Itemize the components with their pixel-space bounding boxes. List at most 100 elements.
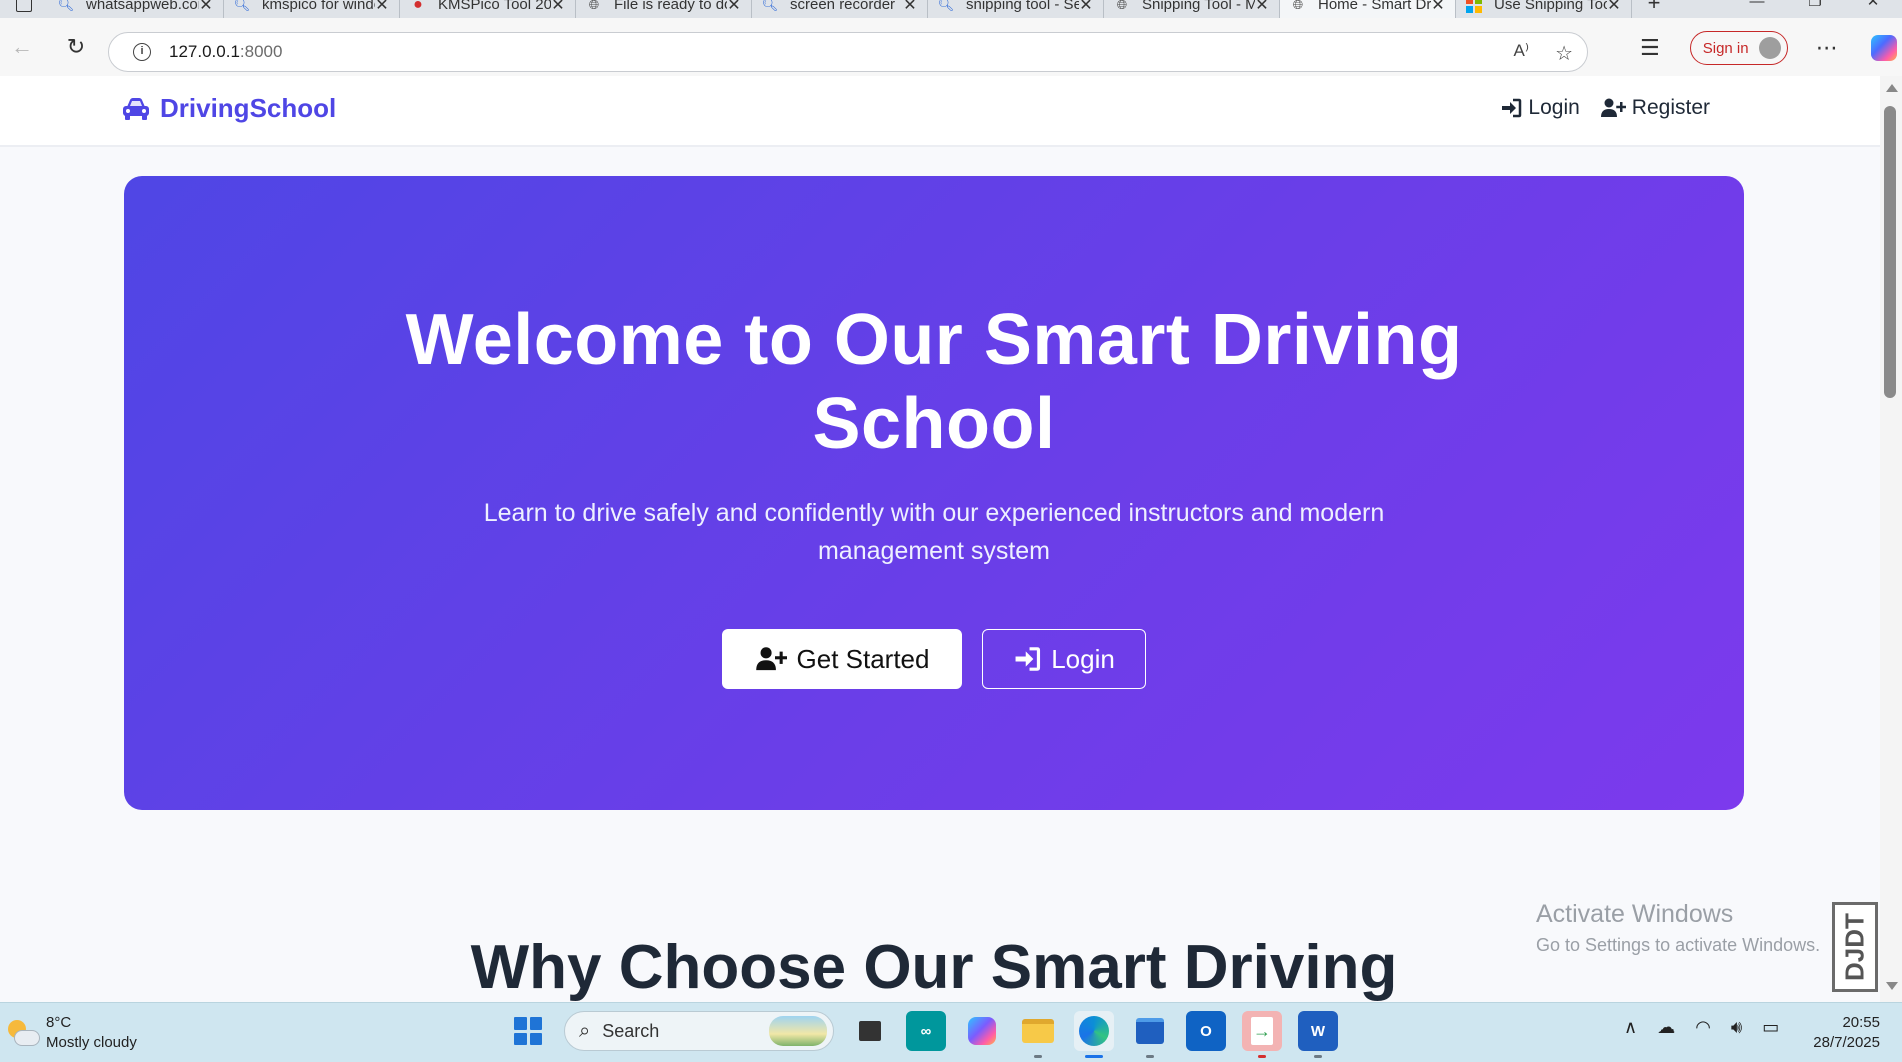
browser-tab[interactable]: 🔍︎ snipping tool - Search ✕ [928,0,1104,18]
back-arrow-icon[interactable]: ← [4,29,40,65]
close-icon[interactable]: ✕ [551,0,565,15]
search-icon: 🔍︎ [57,0,75,12]
wifi-icon[interactable]: ◠ [1695,1017,1711,1038]
browser-tab[interactable]: 🌐︎ File is ready to download ✕ [576,0,752,18]
weather-temp: 8°C [46,1014,72,1031]
tab-label: screen recorder [790,0,896,13]
close-icon[interactable]: ✕ [1255,0,1269,15]
tab-label: KMSPico Tool 2025 [438,0,551,13]
more-options-icon[interactable]: ⋯ [1816,35,1839,61]
clock-time: 20:55 [1842,1014,1880,1031]
task-view-icon[interactable] [850,1011,890,1051]
windows-start-icon[interactable] [508,1011,548,1051]
browser-tab[interactable]: 🔍︎ kmspico for windows ✕ [224,0,400,18]
browser-tab[interactable]: Use Snipping Tool ✕ [1456,0,1632,18]
hero-login-label: Login [1051,643,1115,674]
hero-buttons: Get Started Login [124,629,1744,689]
browser-tab[interactable]: 🔍︎ screen recorder ✕ [752,0,928,18]
star-icon[interactable]: ☆ [1555,41,1573,66]
clock-date: 28/7/2025 [1813,1034,1880,1051]
new-tab-button[interactable]: + [1632,0,1676,14]
scroll-thumb[interactable] [1884,106,1896,398]
reload-icon[interactable]: ↻ [58,29,94,65]
close-icon[interactable]: ✕ [1079,0,1093,15]
system-clock[interactable]: 20:55 28/7/2025 [1813,1013,1880,1053]
tab-label: whatsappweb.com [86,0,199,13]
copilot-icon[interactable] [1870,35,1897,61]
file-explorer-icon[interactable] [1018,1011,1058,1058]
close-window-icon[interactable]: ✕ [1844,0,1902,18]
close-icon[interactable]: ✕ [727,0,741,15]
onedrive-offline-icon[interactable]: ☁ [1657,1017,1675,1038]
tab-label: snipping tool - Search [966,0,1079,13]
battery-icon[interactable]: ▭ [1762,1017,1779,1038]
globe-icon: 🌐︎ [588,0,600,12]
user-plus-icon [1600,98,1626,117]
browser-tab[interactable]: 🌐︎ Snipping Tool - Microsoft ✕ [1104,0,1280,18]
brand-name: DrivingSchool [160,93,337,123]
brand-link[interactable]: DrivingSchool [122,93,336,124]
taskbar-search-label: Search [602,1020,660,1041]
restore-icon[interactable]: ❐ [1786,0,1844,18]
nav-register-label: Register [1631,96,1710,119]
tab-label: Use Snipping Tool [1494,0,1607,13]
browser-tab-active[interactable]: 🌐︎ Home - Smart Driving ✕ [1280,0,1456,18]
arduino-icon[interactable]: ∞ [906,1011,946,1051]
url-text[interactable]: 127.0.0.1:8000 [169,42,282,62]
address-bar[interactable]: i 127.0.0.1:8000 A⁾ ☆ [108,32,1588,72]
scroll-up-arrow-icon[interactable] [1886,84,1898,92]
hero-section: Welcome to Our Smart Driving School Lear… [124,176,1744,810]
hero-login-button[interactable]: Login [982,629,1146,689]
browser-tab-strip: 🔍︎ whatsappweb.com ✕ 🔍︎ kmspico for wind… [0,0,1902,18]
sign-in-label: Sign in [1702,39,1749,57]
scroll-down-arrow-icon[interactable] [1886,982,1898,990]
volume-icon[interactable]: 🔊︎ [1731,1017,1742,1038]
windows-logo-icon [1466,0,1482,13]
tab-label: kmspico for windows [262,0,375,13]
close-icon[interactable]: ✕ [1607,0,1621,15]
edge-browser-icon[interactable] [1074,1011,1114,1058]
sign-in-icon [1502,98,1522,118]
car-icon [123,97,149,120]
close-icon[interactable]: ✕ [1431,0,1445,15]
nav-register-link[interactable]: Register [1600,96,1710,120]
copilot-app-icon[interactable] [962,1011,1002,1051]
nav-login-label: Login [1528,96,1580,119]
chevron-up-icon[interactable]: ∧ [1624,1017,1637,1038]
nav-links: Login Register [1500,96,1710,120]
microsoft-store-icon[interactable] [1130,1011,1170,1058]
page-scrollbar[interactable] [1880,76,1902,1002]
close-icon[interactable]: ✕ [199,0,213,15]
nav-login-link[interactable]: Login [1500,96,1580,120]
url-host: 127.0.0.1 [169,42,240,61]
debug-toolbar-handle[interactable]: DJDT [1832,902,1878,992]
workspaces-icon[interactable] [0,0,48,18]
sign-in-button[interactable]: Sign in [1689,31,1788,65]
avatar-icon [1758,37,1781,59]
deploy-app-icon[interactable]: → [1242,1011,1282,1058]
user-plus-icon [755,647,787,671]
weather-desc: Mostly cloudy [46,1034,137,1051]
outlook-icon[interactable]: O [1186,1011,1226,1051]
browser-tab[interactable]: ● KMSPico Tool 2025 ✕ [400,0,576,18]
minimize-icon[interactable]: — [1728,0,1786,18]
favorites-icon[interactable]: ☰ [1640,35,1660,61]
globe-icon: 🌐︎ [1292,0,1304,12]
search-icon: 🔍︎ [761,0,779,12]
info-icon[interactable]: i [133,43,151,61]
site-navbar: DrivingSchool Login Register [0,76,1880,147]
tab-label: Home - Smart Driving [1318,0,1431,13]
taskbar-search[interactable]: ⌕ Search [564,1011,834,1051]
get-started-button[interactable]: Get Started [722,629,962,689]
page-viewport: DrivingSchool Login Register Welcome to … [0,76,1880,1002]
browser-tab[interactable]: 🔍︎ whatsappweb.com ✕ [48,0,224,18]
close-icon[interactable]: ✕ [375,0,389,15]
red-circle-icon: ● [413,0,423,13]
weather-widget[interactable]: 8°C Mostly cloudy [6,1013,137,1053]
hero-subtitle: Learn to drive safely and confidently wi… [483,499,1385,565]
read-aloud-icon[interactable]: A⁾ [1514,41,1530,66]
word-icon[interactable]: W [1298,1011,1338,1058]
system-tray: ∧ ☁ ◠ 🔊︎ ▭ [1624,1017,1779,1038]
tab-label: File is ready to download [614,0,727,13]
close-icon[interactable]: ✕ [903,0,917,15]
